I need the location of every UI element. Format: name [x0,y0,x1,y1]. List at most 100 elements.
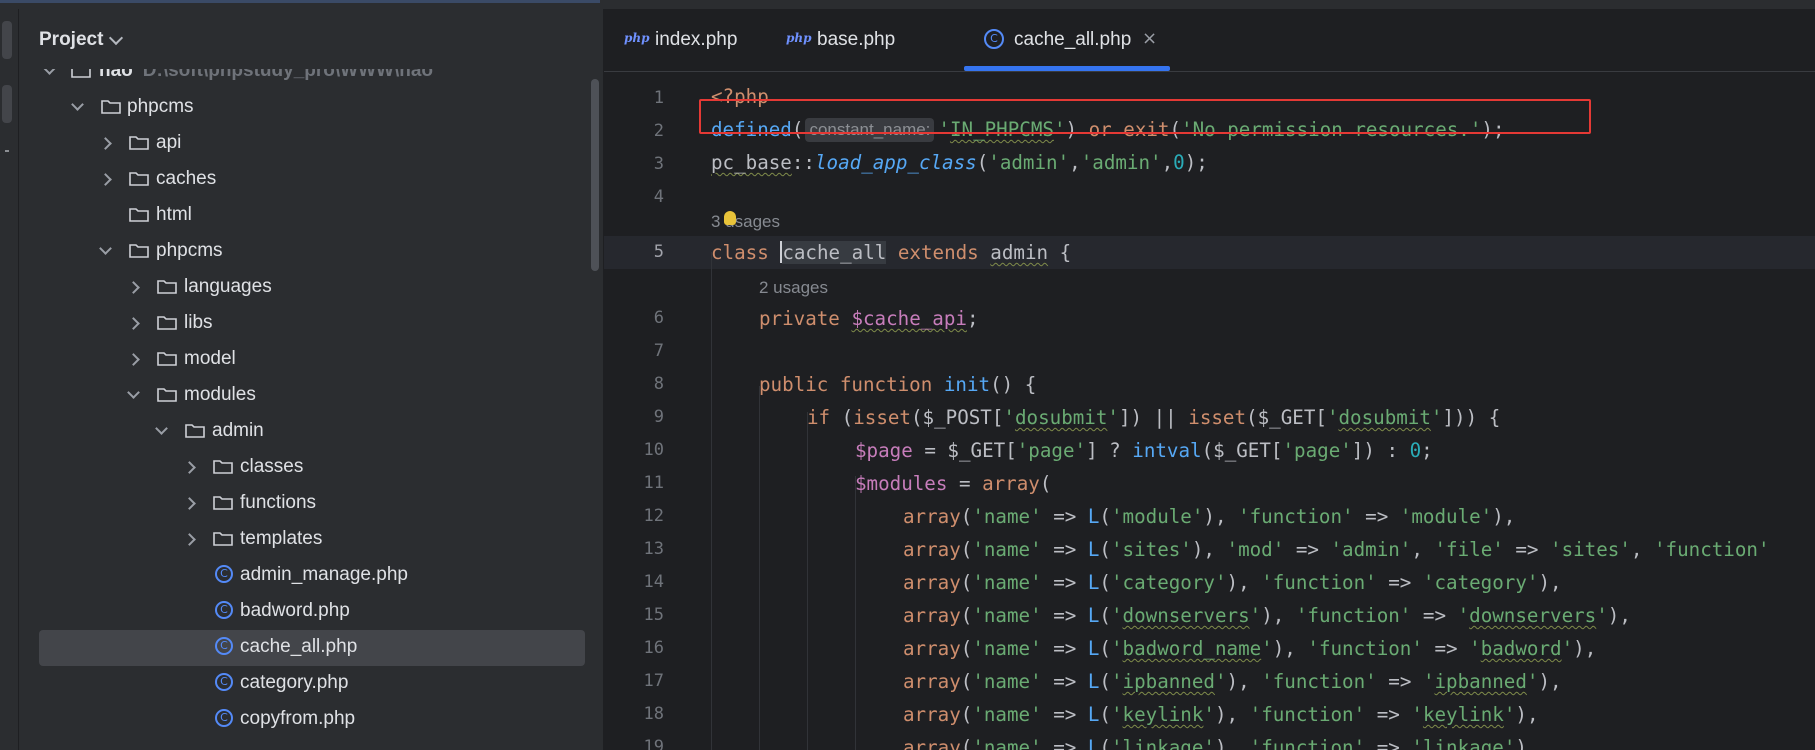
tree-item-cache-all-selected[interactable]: C cache_all.php [19,630,603,666]
line-number: 16 [643,638,664,658]
tree-item-html[interactable]: html [19,198,603,234]
tree-item-label: templates [240,528,323,549]
chevron-right-icon[interactable] [99,173,112,186]
code-line: $modules = array( [855,472,1052,495]
line-number: 4 [653,187,664,207]
tree-item-admin[interactable]: admin [19,414,603,450]
close-tab-icon[interactable]: × [1142,28,1157,49]
tree-item-label: caches [156,168,217,189]
line-number: 9 [653,407,664,427]
chevron-down-icon[interactable] [71,98,84,111]
project-scrollbar[interactable] [591,79,599,271]
tree-item-label: admin [212,420,264,441]
tree-item-phpcms[interactable]: phpcms [19,90,603,126]
code-line: array('name' => L('ipbanned'), 'function… [903,670,1562,693]
tree-item-label: html [156,204,192,225]
tree-item-caches[interactable]: caches [19,162,603,198]
folder-icon [129,208,149,222]
tree-item-phpcms-inner[interactable]: phpcms [19,234,603,270]
chevron-down-icon[interactable] [155,422,168,435]
folder-icon [157,352,177,366]
folder-icon [129,244,149,258]
folder-icon [213,460,233,474]
line-number: 12 [643,506,664,526]
chevron-right-icon[interactable] [183,497,196,510]
tab-index-php[interactable]: php index.php [604,9,774,71]
usages-hint[interactable]: 3 usages [711,212,780,232]
code-line: array('name' => L('module'), 'function' … [903,505,1516,528]
tree-item-label: phpcms [156,240,223,261]
folder-icon [101,100,121,114]
more-tools-icon[interactable] [5,150,9,152]
chevron-right-icon[interactable] [183,461,196,474]
tree-item-label: api [156,132,182,153]
tree-item-languages[interactable]: languages [19,270,603,306]
tree-item-api[interactable]: api [19,126,603,162]
tree-item-admin-manage[interactable]: C admin_manage.php [19,558,603,594]
structure-tool-button[interactable] [2,85,12,123]
code-line: public function init() { [759,373,1037,396]
tree-item-label: badword.php [240,600,350,621]
tree-item-libs[interactable]: libs [19,306,603,342]
project-tool-button[interactable] [2,21,12,59]
editor-pane: php index.php php base.php C cache_all.p… [604,9,1815,750]
line-number: 10 [643,440,664,460]
tree-item-modules[interactable]: modules [19,378,603,414]
line-number: 6 [653,308,664,328]
chevron-right-icon[interactable] [183,533,196,546]
chevron-right-icon[interactable] [99,137,112,150]
tree-item-templates[interactable]: templates [19,522,603,558]
tab-base-php[interactable]: php base.php [784,9,954,71]
chevron-right-icon[interactable] [127,317,140,330]
code-line: $page = $_GET['page'] ? intval($_GET['pa… [855,439,1433,462]
tree-item-label: cache_all.php [240,636,358,657]
tree-item-label: copyfrom.php [240,708,356,729]
line-number: 2 [653,121,664,141]
php-file-icon: php [624,31,650,45]
indent-guide [711,252,712,750]
code-line: private $cache_api; [759,307,979,330]
tree-item-category[interactable]: C category.php [19,666,603,702]
tree-item-model[interactable]: model [19,342,603,378]
indent-guide [855,476,856,750]
code-area[interactable]: 1 2 3 4 5 6 7 8 9 10 11 12 13 14 15 16 1… [604,72,1815,750]
chevron-down-icon[interactable] [99,242,112,255]
editor-tab-bar: php index.php php base.php C cache_all.p… [604,9,1815,72]
line-number: 1 [653,88,664,108]
folder-icon [157,280,177,294]
php-class-file-icon: C [215,565,233,583]
line-number: 19 [643,737,664,750]
tab-cache-all-php[interactable]: C cache_all.php × [960,9,1178,71]
line-number: 15 [643,605,664,625]
php-class-file-icon: C [215,601,233,619]
line-number: 3 [653,154,664,174]
tab-label: cache_all.php [1014,29,1132,50]
usages-hint[interactable]: 2 usages [759,278,828,298]
tree-item-label: libs [184,312,213,333]
code-line: if (isset($_POST['dosubmit']) || isset($… [807,406,1501,429]
indent-guide [807,412,808,750]
php-class-file-icon: C [215,637,233,655]
tree-item-classes[interactable]: classes [19,450,603,486]
line-number: 11 [643,473,664,493]
folder-icon [157,316,177,330]
line-number: 17 [643,671,664,691]
chevron-down-icon[interactable] [108,30,124,46]
tree-item-label: phpcms [127,96,194,117]
tree-item-copyfrom[interactable]: C copyfrom.php [19,702,603,738]
lightbulb-icon[interactable] [724,211,736,225]
code-line: array('name' => L('category'), 'function… [903,571,1562,594]
chevron-down-icon[interactable] [127,386,140,399]
tree-item-badword[interactable]: C badword.php [19,594,603,630]
php-class-file-icon: C [215,673,233,691]
folder-icon [213,496,233,510]
tree-item-label: modules [184,384,256,405]
php-class-file-icon: C [984,29,1004,49]
tree-item-label: category.php [240,672,349,693]
code-line: array('name' => L('keylink'), 'function'… [903,703,1539,726]
project-title[interactable]: Project [39,29,103,51]
chevron-right-icon[interactable] [127,353,140,366]
tree-item-functions[interactable]: functions [19,486,603,522]
chevron-right-icon[interactable] [127,281,140,294]
tab-label: index.php [655,29,738,50]
